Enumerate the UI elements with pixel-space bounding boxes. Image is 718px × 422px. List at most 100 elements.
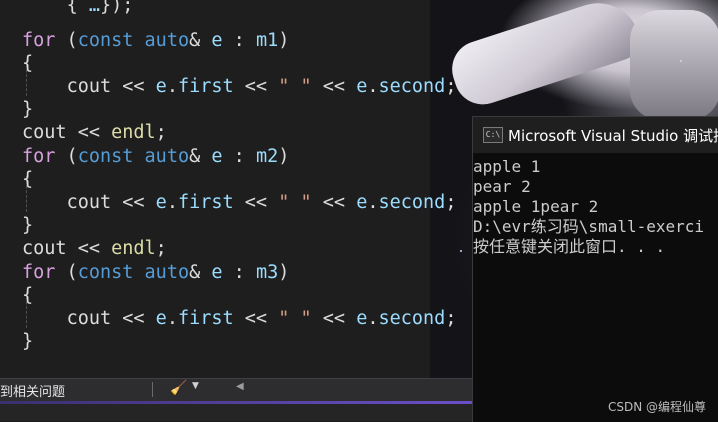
console-output-line: apple 1 — [473, 157, 541, 176]
broom-icon[interactable]: 🧹 — [170, 380, 187, 396]
code-line[interactable]: for (const auto& e : m3) — [22, 261, 289, 284]
code-token: cout << — [22, 122, 112, 143]
code-line[interactable]: { — [22, 52, 33, 75]
code-line[interactable]: } — [22, 214, 33, 237]
code-token: << — [311, 192, 357, 213]
code-line[interactable]: cout << e.first << " " << e.second; — [22, 75, 457, 98]
code-token: ( — [55, 262, 78, 283]
code-token: for — [22, 146, 56, 167]
chevron-down-icon[interactable]: ▼ — [192, 381, 199, 391]
code-line[interactable]: cout << e.first << " " << e.second; — [22, 191, 457, 214]
code-token: } — [22, 99, 34, 120]
code-token: … — [88, 0, 100, 16]
code-token: second — [378, 76, 446, 97]
code-token: cout << — [66, 308, 156, 329]
code-token: cout << — [22, 238, 112, 259]
code-token: m2 — [255, 146, 279, 167]
code-token: & — [189, 146, 212, 167]
code-token: << — [311, 308, 357, 329]
code-token: ( — [55, 30, 78, 51]
code-token: ; — [155, 238, 167, 259]
code-token: : — [222, 30, 256, 51]
code-token: { — [22, 53, 34, 74]
code-line[interactable]: { — [22, 284, 33, 307]
watermark: CSDN @编程仙尊 — [608, 400, 707, 414]
code-token: ; — [445, 308, 457, 329]
code-token: auto — [144, 146, 190, 167]
code-token: . — [166, 76, 178, 97]
console-app-icon: C:\ — [483, 127, 503, 143]
code-token: e — [211, 262, 223, 283]
code-line[interactable]: for (const auto& e : m2) — [22, 145, 289, 168]
code-token: const — [77, 262, 134, 283]
code-token: e — [356, 308, 368, 329]
code-token: ; — [445, 192, 457, 213]
code-token: " " — [278, 192, 312, 213]
code-token: e — [356, 76, 368, 97]
code-token: { — [22, 285, 34, 306]
code-token: m1 — [255, 30, 279, 51]
console-output-line: apple 1pear 2 — [473, 197, 599, 216]
code-token: . — [166, 192, 178, 213]
code-line[interactable]: cout << endl; — [22, 237, 167, 260]
code-token: endl — [111, 122, 156, 143]
code-token: . — [166, 308, 178, 329]
code-line[interactable]: for (const auto& e : m1) — [22, 29, 289, 52]
code-token: { — [22, 169, 34, 190]
code-line[interactable]: } — [22, 330, 33, 353]
code-line[interactable]: cout << e.first << " " << e.second; — [22, 307, 457, 330]
console-output-line: 按任意键关闭此窗口. . . — [473, 237, 666, 256]
code-token: first — [177, 192, 234, 213]
code-token: first — [177, 76, 234, 97]
scroll-left-arrow-icon[interactable]: ◀ — [236, 381, 244, 392]
status-bar: 到相关问题 🧹 ▼ ◀ — [0, 378, 472, 401]
code-line[interactable]: cout << endl; — [22, 121, 167, 144]
console-output-line: pear 2 — [473, 177, 531, 196]
code-token: { — [66, 0, 89, 16]
console-output[interactable]: apple 1 pear 2 apple 1pear 2 D:\evr练习码\smal… — [473, 157, 704, 257]
code-token: for — [22, 262, 56, 283]
code-line[interactable]: } — [22, 98, 33, 121]
code-token: . — [367, 308, 379, 329]
editor-bottom-strip — [0, 401, 472, 421]
code-token: : — [222, 146, 256, 167]
console-window[interactable]: C:\ Microsoft Visual Studio 调试控 apple 1p… — [472, 116, 718, 422]
artwork-sleeve — [630, 10, 718, 120]
code-token: const — [77, 146, 134, 167]
code-token: second — [378, 192, 446, 213]
code-token: for — [22, 30, 56, 51]
code-token: auto — [144, 30, 190, 51]
code-token: first — [177, 308, 234, 329]
code-token: ; — [155, 122, 167, 143]
code-token: << — [233, 76, 279, 97]
code-token: e — [155, 192, 167, 213]
code-token: ) — [278, 146, 290, 167]
code-token: endl — [111, 238, 156, 259]
status-message[interactable]: 到相关问题 — [0, 381, 65, 400]
code-token: } — [22, 331, 34, 352]
accent-line — [0, 401, 472, 404]
code-token: ) — [278, 262, 290, 283]
artwork-arm — [444, 0, 646, 112]
code-token: " " — [278, 308, 312, 329]
code-token: const — [77, 30, 134, 51]
code-token: auto — [144, 262, 190, 283]
code-line[interactable]: { …}); — [22, 0, 134, 17]
code-token: }); — [99, 0, 134, 16]
code-token: & — [189, 30, 212, 51]
code-token: << — [233, 192, 279, 213]
code-token: second — [378, 308, 446, 329]
console-output-line: D:\evr练习码\small-exerci — [473, 217, 705, 236]
code-line[interactable]: { — [22, 168, 33, 191]
code-token: " " — [278, 76, 312, 97]
code-token: & — [189, 262, 212, 283]
console-titlebar[interactable]: C:\ Microsoft Visual Studio 调试控 — [473, 117, 718, 153]
code-token: e — [211, 30, 223, 51]
code-token: cout << — [66, 76, 156, 97]
code-token: : — [222, 262, 256, 283]
